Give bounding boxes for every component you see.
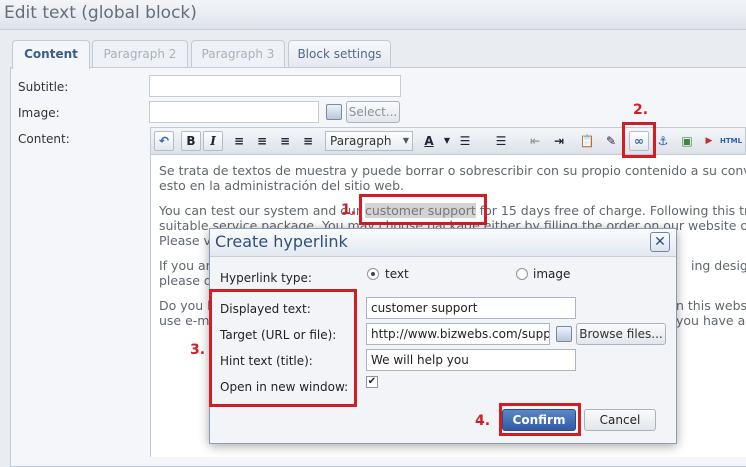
tab-block-settings-label: Block settings — [297, 47, 382, 61]
cancel-button-label: Cancel — [599, 413, 641, 427]
html-button-label: HTML — [720, 137, 743, 145]
tab-paragraph-2[interactable]: Paragraph 2 — [92, 40, 188, 68]
italic-button-label: I — [210, 134, 216, 148]
target-url-field[interactable]: http://www.bizwebs.com/support — [366, 323, 550, 345]
editor-paragraph-1: Se trata de textos de muestra y puede bo… — [159, 163, 746, 193]
image-browse-icon[interactable] — [326, 104, 342, 120]
editor-line: esto en la administración del sitio web. — [159, 178, 405, 193]
radio-text-label: text — [385, 267, 409, 281]
align-left-icon[interactable]: ≡ — [229, 131, 249, 151]
radio-text[interactable] — [367, 268, 379, 280]
image-label: Image: — [18, 106, 60, 120]
annotation-box-1 — [359, 194, 487, 225]
format-select[interactable]: Paragraph ▼ — [325, 131, 413, 151]
browse-files-button[interactable]: Browse files... — [576, 323, 666, 345]
annotation-number-1: 1. — [341, 202, 357, 218]
subtitle-input[interactable] — [149, 75, 401, 97]
displayed-text-field[interactable]: customer support — [366, 297, 576, 319]
browse-icon[interactable] — [556, 326, 572, 342]
chevron-down-icon: ▼ — [402, 136, 409, 145]
align-center-icon[interactable]: ≡ — [252, 131, 272, 151]
align-justify-icon[interactable]: ≡ — [298, 131, 318, 151]
tab-content-label: Content — [24, 47, 78, 61]
bold-button-label: B — [186, 134, 196, 148]
bold-button[interactable]: B — [181, 131, 201, 151]
outdent-icon[interactable]: ⇤ — [525, 131, 545, 151]
tab-paragraph-3[interactable]: Paragraph 3 — [191, 40, 285, 68]
image-select-button[interactable]: Select... — [346, 101, 400, 123]
anchor-icon[interactable]: ⚓ — [653, 131, 673, 151]
annotation-box-4 — [499, 403, 581, 436]
annotation-number-3: 3. — [190, 342, 206, 358]
youtube-icon[interactable]: ▶ — [699, 131, 719, 151]
annotation-number-4: 4. — [475, 413, 491, 429]
font-color-label: A — [424, 134, 434, 148]
editor-paragraph-3-right: ing design, — [691, 258, 746, 273]
window-title: Edit text (global block) — [4, 3, 197, 23]
hyperlink-type-label: Hyperlink type: — [220, 271, 312, 285]
radio-image-label: image — [533, 267, 571, 281]
radio-image[interactable] — [516, 268, 528, 280]
align-right-icon[interactable]: ≡ — [275, 131, 295, 151]
new-window-checkbox[interactable]: ✔ — [366, 376, 378, 388]
annotation-number-2: 2. — [633, 102, 649, 118]
annotation-box-3 — [209, 289, 357, 407]
font-color-dropdown-icon[interactable]: ▼ — [437, 131, 457, 151]
edit-icon[interactable]: ✎ — [601, 131, 621, 151]
annotation-box-2 — [622, 122, 656, 158]
content-label: Content: — [18, 132, 70, 146]
editor-line: ing design, — [691, 258, 746, 273]
tab-block-settings[interactable]: Block settings — [288, 40, 391, 68]
hint-text-field[interactable]: We will help you — [366, 349, 576, 371]
italic-button[interactable]: I — [203, 131, 223, 151]
image-icon[interactable]: ▣ — [677, 131, 697, 151]
image-input[interactable] — [149, 101, 319, 123]
cancel-button[interactable]: Cancel — [584, 409, 656, 431]
window-title-bar: Edit text (global block) — [0, 0, 746, 30]
subtitle-label: Subtitle: — [18, 80, 69, 94]
editor-text: for 15 days free of charge. Following th… — [479, 203, 746, 218]
indent-icon[interactable]: ⇥ — [549, 131, 569, 151]
html-button[interactable]: HTML — [719, 131, 743, 151]
editor-line: n this websi — [676, 298, 746, 313]
dialog-title: Create hyperlink — [215, 232, 348, 251]
paste-icon[interactable]: 📋 — [577, 131, 597, 151]
editor-paragraph-4-right: n this websi you have a — [676, 298, 746, 328]
editor-toolbar: ↶ B I ≡ ≡ ≡ ≡ Paragraph ▼ A ▼ ☰ ☰ ⇤ ⇥ 📋 … — [150, 127, 746, 155]
tab-paragraph-3-label: Paragraph 3 — [201, 47, 275, 61]
editor-line: Se trata de textos de muestra y puede bo… — [159, 163, 746, 178]
browse-files-label: Browse files... — [579, 327, 663, 341]
editor-text: You can test our system and our — [159, 203, 365, 218]
undo-icon[interactable]: ↶ — [154, 131, 174, 151]
tab-content[interactable]: Content — [12, 40, 90, 69]
image-select-button-label: Select... — [348, 105, 398, 119]
editor-line: you have a — [676, 313, 746, 328]
tab-paragraph-2-label: Paragraph 2 — [103, 47, 177, 61]
bullet-list-icon[interactable]: ☰ — [455, 131, 475, 151]
font-color-button[interactable]: A — [419, 131, 439, 151]
format-select-value: Paragraph — [330, 134, 392, 148]
numbered-list-icon[interactable]: ☰ — [491, 131, 511, 151]
dialog-header: Create hyperlink ✕ — [210, 229, 676, 257]
close-icon[interactable]: ✕ — [650, 232, 670, 252]
